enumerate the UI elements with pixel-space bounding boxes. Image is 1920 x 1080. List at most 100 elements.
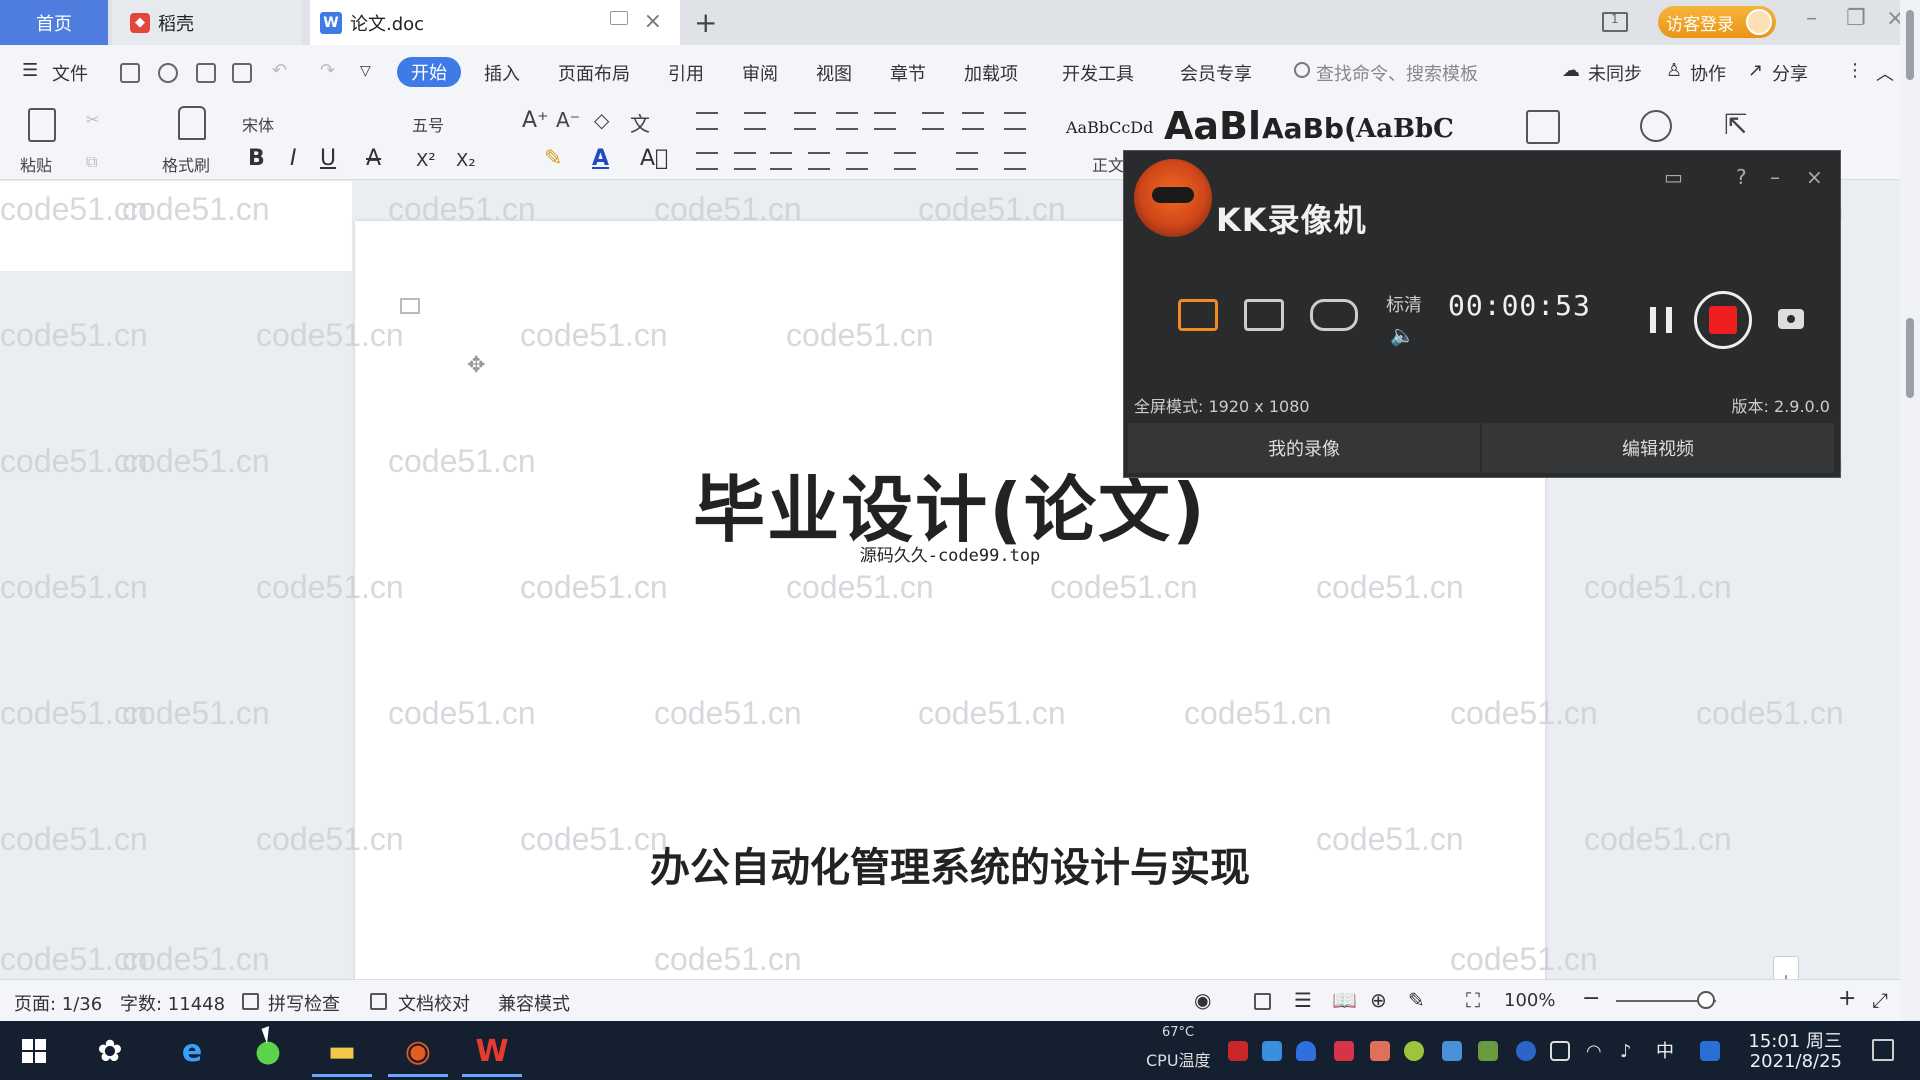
tray-app-blue-icon[interactable] <box>1442 1041 1462 1061</box>
menu-review[interactable]: 审阅 <box>742 60 778 86</box>
numbered-list-icon[interactable] <box>744 112 766 130</box>
tray-app-green-icon[interactable] <box>1404 1041 1424 1061</box>
share-button[interactable]: 分享 <box>1772 60 1808 86</box>
superscript-icon[interactable]: X² <box>416 150 436 171</box>
select-cursor-icon[interactable]: ⇱ <box>1724 108 1747 141</box>
copy-icon[interactable]: ⧉ <box>86 152 97 172</box>
menu-addins[interactable]: 加载项 <box>964 60 1018 86</box>
clock-time[interactable]: 15:01 周三 <box>1748 1027 1842 1053</box>
input-method-indicator[interactable]: 中 <box>1656 1037 1674 1063</box>
tray-shield-icon[interactable] <box>1296 1041 1316 1061</box>
save-icon[interactable] <box>120 63 140 83</box>
line-spacing-icon[interactable] <box>894 152 916 170</box>
spellcheck-icon[interactable] <box>242 993 259 1010</box>
align-center-icon[interactable] <box>734 152 756 170</box>
format-painter-icon[interactable] <box>178 106 206 140</box>
fullscreen-mode-icon[interactable] <box>1178 299 1218 331</box>
print-icon[interactable] <box>196 63 216 83</box>
justify-icon[interactable] <box>808 152 830 170</box>
menu-insert[interactable]: 插入 <box>484 60 520 86</box>
find-replace-icon[interactable] <box>1640 110 1672 142</box>
page-count[interactable]: 页面: 1/36 <box>14 990 102 1016</box>
scrollbar-upper-thumb[interactable] <box>1906 10 1914 80</box>
redo-icon[interactable]: ↷ <box>320 60 335 81</box>
eye-protect-icon[interactable]: ◉ <box>1194 988 1211 1012</box>
undo-icon[interactable]: ↶ <box>272 60 287 81</box>
tray-app-q-icon[interactable] <box>1700 1041 1720 1061</box>
battery-icon[interactable] <box>1550 1041 1570 1061</box>
notification-center-icon[interactable] <box>1872 1039 1894 1061</box>
strikethrough-button[interactable]: A <box>366 146 381 171</box>
more-menu-icon[interactable]: ⋮ <box>1846 60 1864 81</box>
stop-record-button[interactable] <box>1694 291 1752 349</box>
font-name-select[interactable]: 宋体 <box>242 112 274 136</box>
float-window-icon[interactable] <box>610 11 628 25</box>
write-mode-icon[interactable]: ✎ <box>1408 988 1425 1012</box>
recorder-close-icon[interactable]: × <box>1806 165 1823 189</box>
cut-icon[interactable]: ✂ <box>86 110 99 129</box>
visitor-login-button[interactable]: 访客登录 <box>1658 6 1776 38</box>
proofread-button[interactable]: 文档校对 <box>398 990 470 1016</box>
tray-app-monitor-icon[interactable] <box>1478 1041 1498 1061</box>
tab-home[interactable]: 首页 <box>0 0 108 45</box>
my-recordings-button[interactable]: 我的录像 <box>1128 423 1482 473</box>
outline-view-icon[interactable]: ☰ <box>1294 988 1312 1012</box>
window-mode-icon[interactable] <box>1244 299 1284 331</box>
menu-developer[interactable]: 开发工具 <box>1062 60 1134 86</box>
reading-view-icon[interactable]: 📖 <box>1332 988 1357 1012</box>
tray-network-app-icon[interactable] <box>1262 1041 1282 1061</box>
cloud-sync-icon[interactable]: ☁ <box>1562 60 1580 81</box>
increase-indent-icon[interactable] <box>836 112 858 130</box>
clear-format-icon[interactable]: ◇ <box>594 108 609 132</box>
shading-icon[interactable] <box>956 152 978 170</box>
menu-page-layout[interactable]: 页面布局 <box>558 60 630 86</box>
menu-view[interactable]: 视图 <box>816 60 852 86</box>
align-left-icon[interactable] <box>696 152 718 170</box>
sort-icon[interactable] <box>922 112 944 130</box>
font-color-icon[interactable]: A <box>592 146 609 171</box>
zoom-in-icon[interactable]: + <box>1838 986 1856 1011</box>
highlight-icon[interactable]: ✎ <box>544 146 562 171</box>
restore-window-icon[interactable]: ❐ <box>1846 6 1866 31</box>
web-view-icon[interactable]: ⊕ <box>1370 988 1387 1012</box>
menu-member[interactable]: 会员专享 <box>1180 60 1252 86</box>
table-move-handle-icon[interactable]: ✥ <box>467 353 485 378</box>
style-sample-heading3[interactable]: AaBbC <box>1356 114 1454 144</box>
show-marks-icon[interactable] <box>962 112 984 130</box>
font-size-select[interactable]: 五号 <box>412 112 444 136</box>
windows-start-icon[interactable] <box>22 1039 46 1063</box>
bluetooth-icon[interactable] <box>1516 1041 1536 1061</box>
scrollbar-thumb[interactable] <box>1906 318 1914 398</box>
distribute-icon[interactable] <box>846 152 868 170</box>
wps-office-icon[interactable]: W <box>462 1025 522 1077</box>
align-right-icon[interactable] <box>770 152 792 170</box>
char-border-icon[interactable]: A⃞ <box>640 146 668 171</box>
pinwheel-app-icon[interactable]: ✿ <box>80 1025 140 1077</box>
underline-button[interactable]: U <box>320 146 336 171</box>
document-topic[interactable]: 办公自动化管理系统的设计与实现 <box>355 835 1545 893</box>
kk-recorder-window[interactable]: KK录像机 ▭ ? – × 标清 🔈 00:00:53 全屏模式: 1920 x… <box>1123 150 1841 478</box>
speaker-icon[interactable]: ♪ <box>1620 1041 1640 1062</box>
text-tools-icon[interactable] <box>1526 110 1560 144</box>
tray-app-red-icon[interactable] <box>1334 1041 1354 1061</box>
quick-access-dropdown-icon[interactable]: ▽ <box>360 63 371 79</box>
chinese-layout-icon[interactable] <box>874 112 896 130</box>
share-icon[interactable]: ↗ <box>1748 60 1763 81</box>
kk-recorder-icon[interactable]: ◉ <box>388 1025 448 1077</box>
tray-security-icon[interactable] <box>1228 1041 1248 1061</box>
new-tab-button[interactable]: + <box>694 6 717 39</box>
zoom-out-icon[interactable]: − <box>1582 986 1600 1011</box>
undo-history-icon[interactable] <box>158 63 178 83</box>
italic-button[interactable]: I <box>290 146 297 171</box>
paste-label[interactable]: 粘贴 <box>20 152 52 176</box>
grow-font-icon[interactable]: A⁺ <box>522 108 549 133</box>
menu-start[interactable]: 开始 <box>397 57 461 87</box>
decrease-indent-icon[interactable] <box>794 112 816 130</box>
clock-date[interactable]: 2021/8/25 <box>1746 1051 1842 1072</box>
borders-icon[interactable] <box>1004 152 1026 170</box>
recorder-skin-icon[interactable]: ▭ <box>1664 165 1683 189</box>
vertical-scrollbar[interactable] <box>1900 0 1920 1020</box>
screenshot-camera-icon[interactable] <box>1778 309 1804 329</box>
quality-select[interactable]: 标清 <box>1386 291 1422 317</box>
style-normal-label[interactable]: 正文 <box>1092 152 1124 176</box>
